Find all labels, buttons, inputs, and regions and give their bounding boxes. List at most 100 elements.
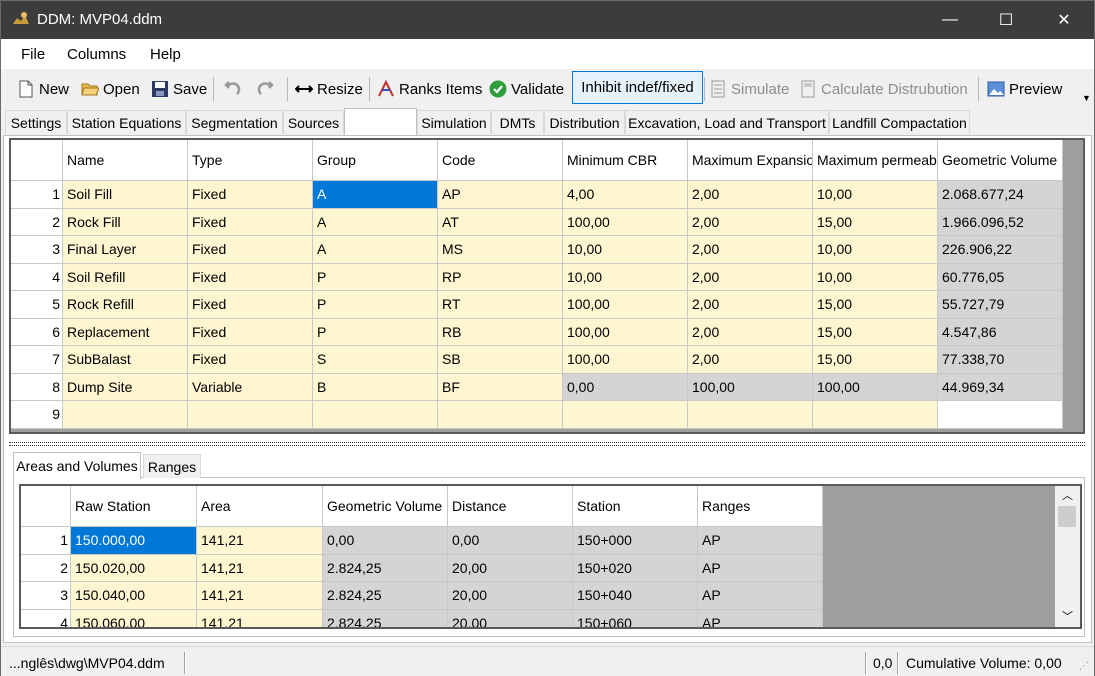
grid-cell[interactable]: Fixed	[188, 236, 313, 264]
column-header[interactable]: Area	[197, 486, 323, 527]
grid-cell[interactable]: 10,00	[813, 181, 938, 209]
grid-cell[interactable]: B	[313, 373, 438, 401]
row-number[interactable]: 6	[11, 318, 63, 346]
column-header[interactable]: Maximum permeability	[813, 140, 938, 181]
row-number[interactable]: 5	[11, 291, 63, 319]
grid-cell[interactable]: AP	[698, 527, 823, 555]
grid-cell[interactable]: 2.068.677,24	[938, 181, 1063, 209]
grid-cell[interactable]: A	[313, 181, 438, 209]
tab-areas-and-volumes[interactable]: Areas and Volumes	[13, 452, 141, 479]
minimize-button[interactable]: —	[927, 1, 973, 39]
grid-cell[interactable]: 4.547,86	[938, 318, 1063, 346]
column-header[interactable]: Ranges	[698, 486, 823, 527]
grid-cell[interactable]	[313, 401, 438, 429]
resize-button[interactable]: Resize	[295, 77, 363, 101]
grid-cell[interactable]	[188, 401, 313, 429]
tab-station-equations[interactable]: Station Equations	[67, 110, 186, 134]
tab-excavation-load-transport[interactable]: Excavation, Load and Transport	[625, 110, 829, 134]
demands-grid[interactable]: Name Type Group Code Minimum CBR Maximum Expa…	[9, 138, 1085, 434]
grid-cell[interactable]: 20,00	[448, 609, 573, 627]
grid-cell[interactable]: 2,00	[688, 236, 813, 264]
row-number[interactable]: 2	[21, 554, 71, 582]
row-number[interactable]: 4	[21, 609, 71, 627]
maximize-button[interactable]: ☐	[983, 1, 1029, 39]
column-header[interactable]: Station	[573, 486, 698, 527]
grid-cell[interactable]: Fixed	[188, 181, 313, 209]
grid-cell[interactable]: 2,00	[688, 208, 813, 236]
grid-cell[interactable]: 77.338,70	[938, 346, 1063, 374]
panel-splitter[interactable]	[9, 442, 1085, 446]
grid-cell[interactable]: A	[313, 236, 438, 264]
tab-distribution[interactable]: Distribution	[544, 110, 625, 134]
grid-cell[interactable]: 0,00	[563, 373, 688, 401]
save-button[interactable]: Save	[151, 77, 207, 101]
grid-cell[interactable]: 15,00	[813, 291, 938, 319]
grid-cell[interactable]: 2,00	[688, 263, 813, 291]
grid-cell[interactable]: 55.727,79	[938, 291, 1063, 319]
resize-grip-icon[interactable]: ⋰	[1079, 661, 1089, 672]
tab-segmentation[interactable]: Segmentation	[186, 110, 283, 134]
grid-cell[interactable]: 0,00	[448, 527, 573, 555]
column-header[interactable]: Raw Station	[71, 486, 197, 527]
grid-cell[interactable]: 10,00	[813, 263, 938, 291]
grid-cell[interactable]: 226.906,22	[938, 236, 1063, 264]
grid-cell[interactable]: RP	[438, 263, 563, 291]
grid-cell[interactable]: Final Layer	[63, 236, 188, 264]
grid-cell[interactable]: Variable	[188, 373, 313, 401]
grid-cell[interactable]: 4,00	[563, 181, 688, 209]
grid-cell[interactable]	[63, 401, 188, 429]
scroll-down-icon[interactable]: ﹀	[1062, 608, 1073, 624]
grid-cell[interactable]: AT	[438, 208, 563, 236]
close-button[interactable]: ✕	[1041, 1, 1087, 39]
grid-cell[interactable]: 150.020,00	[71, 554, 197, 582]
grid-cell[interactable]: 10,00	[563, 263, 688, 291]
grid-cell[interactable]: 100,00	[563, 291, 688, 319]
menu-columns[interactable]: Columns	[67, 46, 126, 63]
grid-cell[interactable]: 20,00	[448, 582, 573, 610]
grid-cell[interactable]: S	[313, 346, 438, 374]
column-header[interactable]: Geometric Volume	[323, 486, 448, 527]
grid-cell[interactable]: A	[313, 208, 438, 236]
validate-button[interactable]: Validate	[489, 77, 564, 101]
grid-cell[interactable]: 141,21	[197, 609, 323, 627]
grid-cell[interactable]: Dump Site	[63, 373, 188, 401]
grid-cell[interactable]	[563, 401, 688, 429]
column-header[interactable]: Code	[438, 140, 563, 181]
redo-button[interactable]	[257, 77, 279, 101]
toolbar-overflow-icon[interactable]: ▼	[1082, 93, 1091, 103]
column-header[interactable]: Maximum Expansion	[688, 140, 813, 181]
grid-cell[interactable]: Fixed	[188, 291, 313, 319]
inhibit-indef-fixed-button[interactable]: Inhibit indef/fixed	[572, 71, 703, 104]
grid-cell[interactable]: BF	[438, 373, 563, 401]
grid-cell[interactable]: 141,21	[197, 582, 323, 610]
tab-dmts[interactable]: DMTs	[491, 110, 544, 134]
column-header[interactable]: Group	[313, 140, 438, 181]
grid-cell[interactable]: 150+000	[573, 527, 698, 555]
grid-cell[interactable]: 150.040,00	[71, 582, 197, 610]
grid-cell[interactable]: P	[313, 291, 438, 319]
row-number[interactable]: 3	[21, 582, 71, 610]
grid-cell[interactable]: Soil Refill	[63, 263, 188, 291]
column-header[interactable]: Distance	[448, 486, 573, 527]
grid-cell[interactable]: Rock Refill	[63, 291, 188, 319]
grid-cell[interactable]: Soil Fill	[63, 181, 188, 209]
grid-cell[interactable]: 44.969,34	[938, 373, 1063, 401]
grid-cell[interactable]: 100,00	[563, 346, 688, 374]
row-number[interactable]: 8	[11, 373, 63, 401]
grid-cell[interactable]: 150+040	[573, 582, 698, 610]
column-header[interactable]: Name	[63, 140, 188, 181]
column-header[interactable]: Geometric Volume	[938, 140, 1063, 181]
grid-cell[interactable]: Fixed	[188, 208, 313, 236]
grid-cell[interactable]: Fixed	[188, 346, 313, 374]
grid-cell[interactable]: Replacement	[63, 318, 188, 346]
grid-cell[interactable]: SB	[438, 346, 563, 374]
scroll-thumb[interactable]	[1058, 506, 1076, 527]
grid-cell[interactable]	[813, 401, 938, 429]
row-number[interactable]: 9	[11, 401, 63, 429]
areas-volumes-grid[interactable]: Raw Station Area Geometric Volume Distance S…	[19, 484, 1082, 629]
grid-cell[interactable]: 100,00	[813, 373, 938, 401]
row-number[interactable]: 4	[11, 263, 63, 291]
grid-cell[interactable]: 1.966.096,52	[938, 208, 1063, 236]
column-header[interactable]: Minimum CBR	[563, 140, 688, 181]
grid-cell[interactable]	[438, 401, 563, 429]
